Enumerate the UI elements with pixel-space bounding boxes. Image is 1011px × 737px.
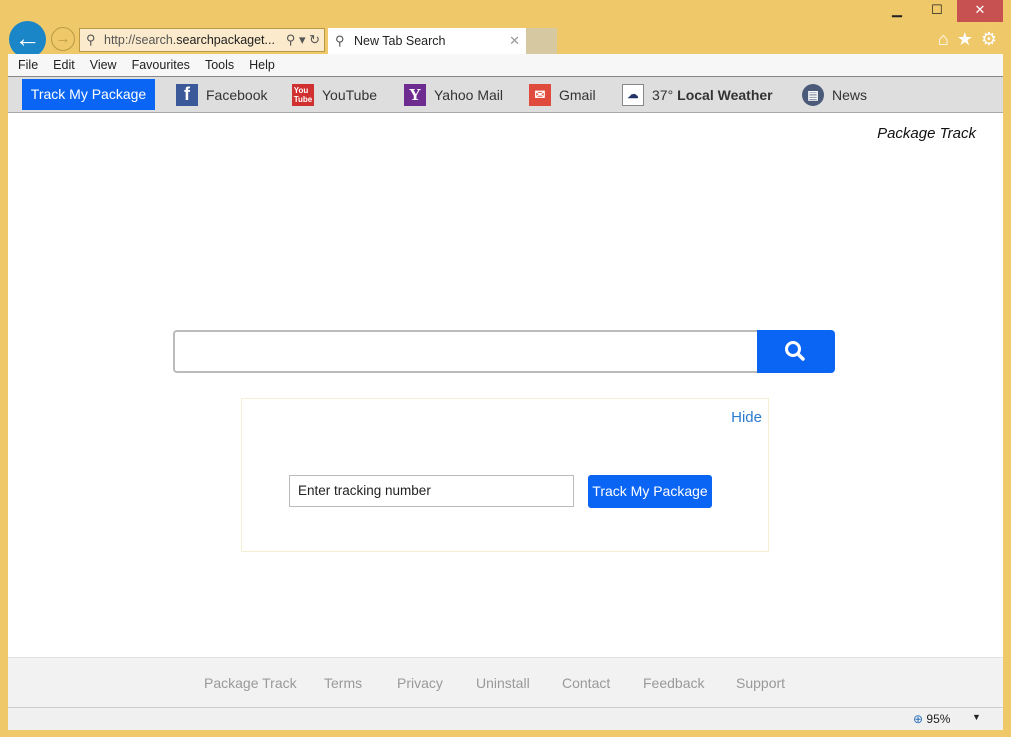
back-button[interactable]: ← — [9, 21, 46, 58]
home-icon[interactable]: ⌂ — [938, 29, 949, 50]
footer-link-uninstall[interactable]: Uninstall — [476, 675, 530, 691]
yahoo-mail-label: Yahoo Mail — [434, 86, 504, 103]
gmail-label: Gmail — [559, 86, 596, 103]
facebook-link[interactable]: f Facebook — [176, 77, 267, 112]
menu-bar: File Edit View Favourites Tools Help — [8, 54, 1003, 77]
window-controls: ▁ ☐ ✕ — [877, 0, 1003, 22]
menu-edit[interactable]: Edit — [53, 54, 75, 76]
facebook-icon: f — [176, 83, 198, 106]
search-icon: ⚲ — [86, 32, 96, 47]
url-prefix: http://search. — [104, 33, 177, 47]
search-icon — [785, 341, 805, 361]
yahoo-mail-link[interactable]: Y Yahoo Mail — [404, 77, 503, 112]
yahoo-icon: Y — [404, 83, 426, 106]
menu-favourites[interactable]: Favourites — [132, 54, 190, 76]
new-tab-button[interactable] — [526, 28, 557, 54]
close-button[interactable]: ✕ — [957, 0, 1003, 22]
maximize-button[interactable]: ☐ — [917, 0, 957, 22]
track-my-package-toolbar-button[interactable]: Track My Package — [22, 79, 155, 110]
footer-link-contact[interactable]: Contact — [562, 675, 610, 691]
extension-toolbar: Track My Package f Facebook You Tube YouTub… — [8, 77, 1003, 113]
search-icon: ⚲ — [335, 33, 345, 48]
menu-help[interactable]: Help — [249, 54, 275, 76]
footer-link-support[interactable]: Support — [736, 675, 785, 691]
news-label: News — [832, 86, 868, 103]
gear-icon[interactable]: ⚙ — [981, 29, 997, 50]
youtube-link[interactable]: You Tube YouTube — [292, 77, 377, 112]
footer-link-feedback[interactable]: Feedback — [643, 675, 704, 691]
brand-logo: Package Track — [877, 125, 976, 142]
zoom-icon: ⊕ — [913, 712, 924, 726]
news-icon: ▤ — [802, 83, 824, 106]
gmail-icon: ✉ — [529, 83, 551, 106]
weather-temp: 37° — [652, 86, 674, 103]
forward-button[interactable]: → — [51, 27, 75, 51]
facebook-label: Facebook — [206, 86, 268, 103]
tracking-widget: Hide Enter tracking number Track My Pack… — [241, 398, 769, 552]
menu-tools[interactable]: Tools — [205, 54, 234, 76]
youtube-icon: You Tube — [292, 83, 314, 106]
tracking-number-input[interactable]: Enter tracking number — [289, 475, 574, 507]
favorites-star-icon[interactable]: ★ — [957, 29, 973, 50]
url-domain: searchpackaget... — [176, 33, 275, 47]
zoom-dropdown-icon[interactable]: ▼ — [972, 712, 981, 722]
hide-link[interactable]: Hide — [731, 409, 762, 426]
gmail-link[interactable]: ✉ Gmail — [529, 77, 596, 112]
weather-label: Local Weather — [677, 86, 773, 103]
zoom-control[interactable]: ⊕ 95% — [913, 712, 950, 726]
track-my-package-button[interactable]: Track My Package — [588, 475, 712, 508]
footer: Package Track Terms Privacy Uninstall Co… — [8, 657, 1003, 707]
menu-view[interactable]: View — [90, 54, 117, 76]
youtube-label: YouTube — [322, 86, 378, 103]
zoom-level: 95% — [926, 712, 951, 726]
footer-link-terms[interactable]: Terms — [324, 675, 362, 691]
local-weather-link[interactable]: ☁ 37° Local Weather — [622, 77, 773, 112]
refresh-icon[interactable]: ⚲ ▾ ↻ — [286, 29, 320, 51]
search-button[interactable] — [757, 330, 835, 373]
address-bar[interactable]: ⚲ http://search.searchpackaget... ⚲ ▾ ↻ — [79, 28, 325, 52]
news-link[interactable]: ▤ News — [802, 77, 867, 112]
page-content: Package Track Hide Enter tracking number… — [8, 113, 1003, 657]
footer-link-privacy[interactable]: Privacy — [397, 675, 443, 691]
footer-link-package-track[interactable]: Package Track — [204, 675, 297, 691]
status-bar: ⊕ 95% ▼ — [8, 707, 1003, 730]
close-tab-icon[interactable]: ✕ — [509, 28, 520, 54]
tab-title: New Tab Search — [354, 34, 446, 48]
menu-file[interactable]: File — [18, 54, 38, 76]
weather-icon: ☁ — [622, 83, 644, 106]
search-input[interactable] — [173, 330, 758, 373]
tab-new-tab-search[interactable]: ⚲ New Tab Search ✕ — [328, 28, 526, 54]
minimize-button[interactable]: ▁ — [877, 0, 917, 22]
